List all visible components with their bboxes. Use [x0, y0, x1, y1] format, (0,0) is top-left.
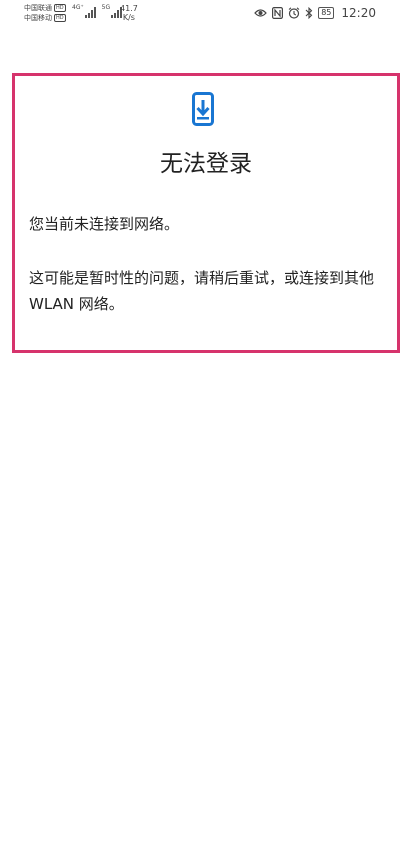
battery-level: 85: [321, 8, 332, 17]
dialog-title: 无法登录: [160, 151, 252, 177]
network-type-1: 4G⁺: [72, 4, 84, 11]
signal-cluster: 4G⁺ 5G: [72, 4, 123, 18]
bluetooth-icon: [305, 7, 313, 19]
not-connected-message: 您当前未连接到网络。: [29, 215, 180, 233]
carrier-1-name: 中国联通: [24, 4, 52, 12]
carrier-2-name: 中国移动: [24, 14, 52, 22]
network-type-2: 5G: [101, 4, 111, 11]
phone-download-icon: [192, 92, 214, 126]
retry-message: 这可能是暂时性的问题，请稍后重试，或连接到其他 WLAN 网络。: [29, 269, 375, 313]
clock: 12:20: [341, 6, 376, 20]
speed-unit: K/s: [122, 13, 135, 22]
speed-value: 41.7: [120, 4, 138, 13]
hd-badge-2: HD: [54, 14, 66, 22]
network-speed: 41.7 K/s: [120, 4, 138, 22]
status-icons: 85 12:20: [254, 6, 376, 20]
status-bar: 中国联通 HD 中国移动 HD 4G⁺ 5G 41.7 K/s 85 12:20: [0, 0, 400, 30]
hd-badge-1: HD: [54, 4, 66, 12]
nfc-icon: [272, 7, 284, 19]
eye-icon: [254, 9, 268, 17]
signal-bars-1-icon: [84, 6, 96, 18]
login-error-dialog: 无法登录 您当前未连接到网络。 这可能是暂时性的问题，请稍后重试，或连接到其他 …: [12, 73, 400, 353]
alarm-icon: [288, 7, 300, 19]
carrier-info: 中国联通 HD 中国移动 HD: [24, 3, 66, 23]
battery-icon: 85: [318, 7, 335, 19]
